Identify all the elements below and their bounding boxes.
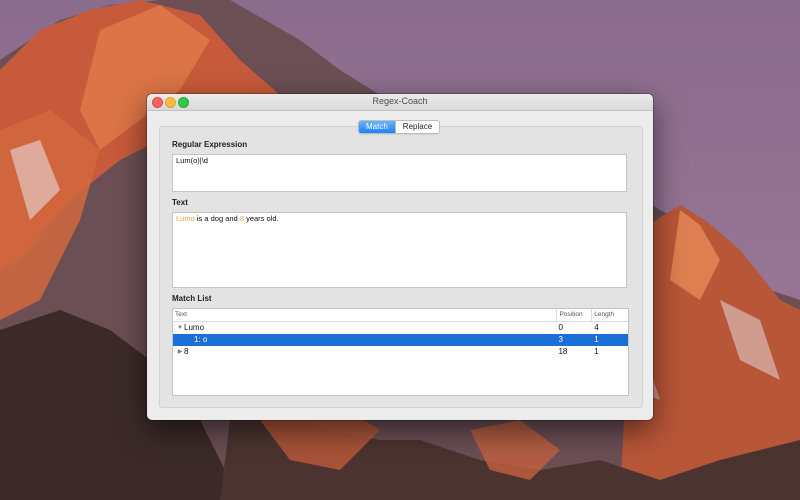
title-bar[interactable]: Regex-Coach [147,94,653,111]
regex-label: Regular Expression [172,140,248,149]
mode-segmented-control: Match Replace [358,120,441,134]
table-row[interactable]: ▶ 8 18 1 [173,346,628,358]
match-list-label: Match List [172,294,212,303]
regex-input[interactable]: Lum(o)|\d [172,154,627,192]
match-length: 4 [594,323,599,332]
match-list-table: Text Position Length ▼ Lumo 0 4 1: o 3 1 … [172,308,629,396]
match-length: 1 [594,347,599,356]
disclosure-collapsed-icon[interactable]: ▶ [176,346,184,358]
tab-replace[interactable]: Replace [394,121,439,133]
app-window: Regex-Coach Match Replace Regular Expres… [147,94,653,420]
match-length: 1 [594,335,599,344]
window-title: Regex-Coach [372,96,428,106]
table-row[interactable]: ▼ Lumo 0 4 [173,322,628,334]
match-text: 8 [184,347,189,356]
column-header-text[interactable]: Text [173,309,556,321]
table-row-selected[interactable]: 1: o 3 1 [173,334,628,346]
match-highlight: Lumo [176,214,195,223]
tab-match[interactable]: Match [359,121,395,133]
match-text: 1: o [194,335,208,344]
match-text: Lumo [184,323,205,332]
regex-value: Lum(o)|\d [176,156,208,165]
match-position: 3 [558,335,563,344]
match-position: 18 [558,347,568,356]
text-input[interactable]: Lumo is a dog and 8 years old. [172,212,627,288]
column-header-length[interactable]: Length [591,309,628,321]
match-position: 0 [558,323,563,332]
text-label: Text [172,198,188,207]
disclosure-expanded-icon[interactable]: ▼ [176,322,184,334]
text-segment: years old. [243,214,279,223]
text-value: Lumo is a dog and 8 years old. [173,213,626,224]
text-segment: is a dog and [194,214,240,223]
column-header-position[interactable]: Position [556,309,591,321]
table-header: Text Position Length [173,309,628,322]
